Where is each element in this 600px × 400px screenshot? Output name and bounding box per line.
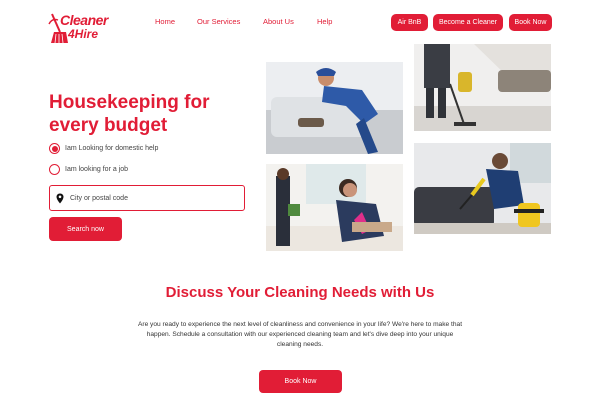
search-placeholder: City or postal code	[70, 194, 128, 202]
search-now-button[interactable]: Search now	[49, 217, 122, 241]
photo-cleaners-kitchen	[266, 164, 403, 251]
brand-logo[interactable]: Cleaner 4Hire	[48, 10, 108, 44]
radio-unselected-icon[interactable]	[49, 164, 60, 175]
book-now-button[interactable]: Book Now	[259, 370, 342, 393]
brand-name-line1: Cleaner	[60, 12, 108, 28]
option-domestic-help[interactable]: Iam Looking for domestic help	[49, 143, 158, 154]
photo-cleaner-vacuum-couch	[414, 143, 551, 234]
nav-about-us[interactable]: About Us	[263, 17, 294, 26]
airbnb-button[interactable]: Air BnB	[391, 14, 428, 31]
header-book-now-button[interactable]: Book Now	[509, 14, 552, 31]
photo-cleaner-vacuum-floor	[414, 44, 551, 131]
brand-name-line2: 4Hire	[68, 27, 99, 41]
radio-selected-icon[interactable]	[49, 143, 60, 154]
option-looking-for-job[interactable]: Iam looking for a job	[49, 164, 128, 175]
option-label: Iam Looking for domestic help	[65, 145, 159, 152]
hero-title: Housekeeping for every budget	[49, 92, 210, 136]
location-search-input[interactable]: City or postal code	[49, 185, 245, 211]
become-cleaner-button[interactable]: Become a Cleaner	[433, 14, 503, 31]
photo-cleaner-sofa	[266, 62, 403, 154]
nav-help[interactable]: Help	[317, 17, 332, 26]
nav-our-services[interactable]: Our Services	[197, 17, 240, 26]
nav-home[interactable]: Home	[155, 17, 175, 26]
map-pin-icon	[56, 193, 64, 203]
discuss-title: Discuss Your Cleaning Needs with Us	[165, 284, 435, 301]
option-label: Iam looking for a job	[65, 166, 129, 173]
discuss-text: Are you ready to experience the next lev…	[137, 321, 463, 348]
